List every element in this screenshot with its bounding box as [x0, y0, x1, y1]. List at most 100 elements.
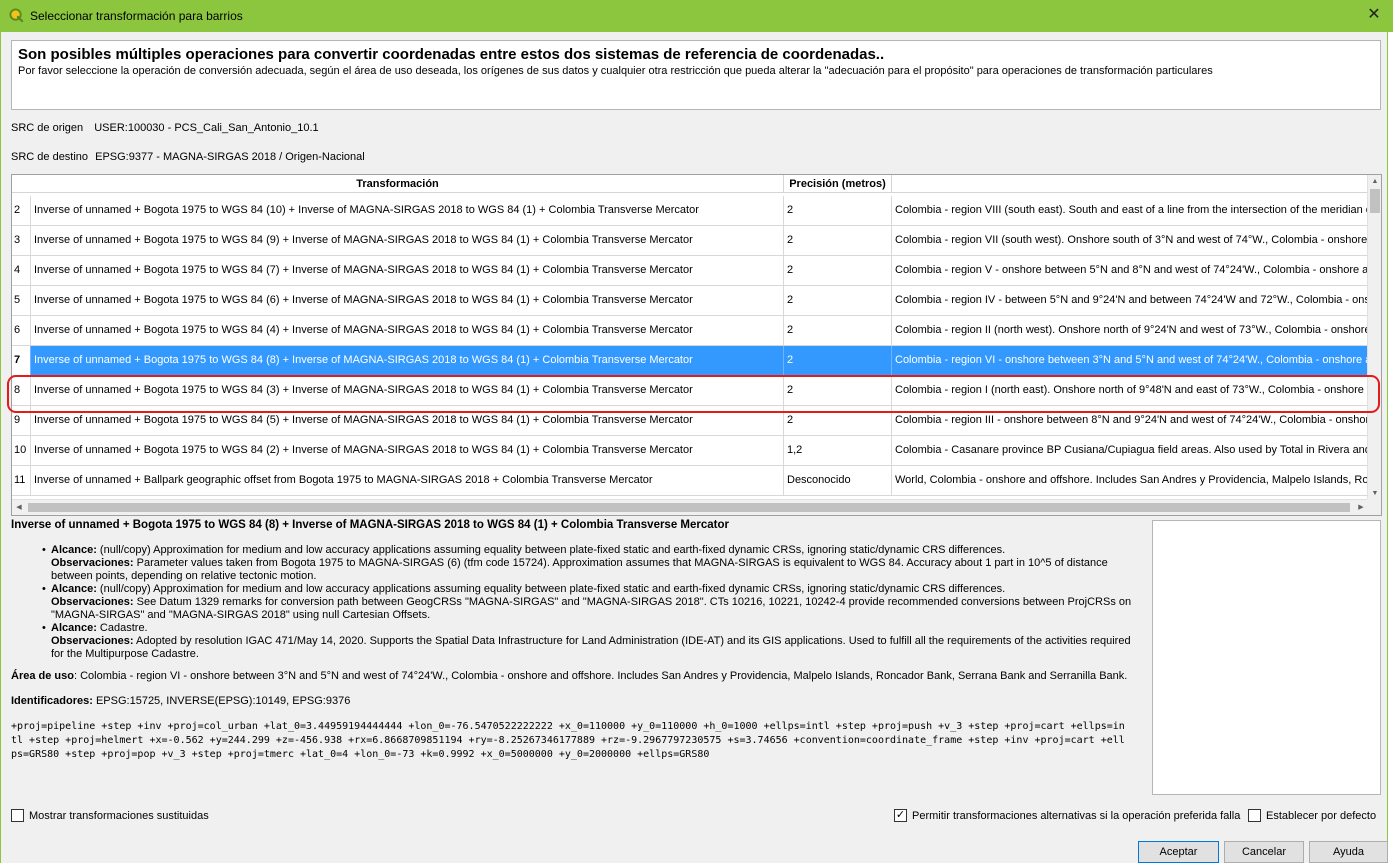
observaciones: Observaciones: Parameter values taken fr… [51, 557, 1146, 583]
row-number[interactable]: 11 [12, 466, 31, 495]
precision-cell[interactable]: 2 [784, 226, 892, 255]
header-area[interactable] [892, 175, 1368, 193]
area-value: : Colombia - region VI - onshore between… [73, 670, 1128, 682]
transform-cell[interactable]: Inverse of unnamed + Bogota 1975 to WGS … [31, 256, 784, 285]
area-cell[interactable]: Colombia - region VI - onshore between 3… [892, 346, 1368, 375]
header-transform[interactable]: Transformación [12, 175, 784, 193]
row-number[interactable]: 10 [12, 436, 31, 465]
observaciones-label: Observaciones: [51, 596, 134, 608]
vertical-scrollbar[interactable]: ▲ ▼ [1367, 175, 1381, 501]
dest-crs-value: EPSG:9377 - MAGNA-SIRGAS 2018 / Origen-N… [95, 151, 365, 163]
scroll-up-icon[interactable]: ▲ [1368, 175, 1381, 189]
transform-cell[interactable]: Inverse of unnamed + Bogota 1975 to WGS … [31, 346, 784, 375]
row-number[interactable]: 5 [12, 286, 31, 315]
transform-cell[interactable]: Inverse of unnamed + Ballpark geographic… [31, 466, 784, 495]
row-number[interactable]: 7 [12, 346, 31, 375]
scroll-right-icon[interactable]: ▶ [1354, 500, 1368, 515]
transform-cell[interactable]: Inverse of unnamed + Bogota 1975 to WGS … [31, 226, 784, 255]
transform-cell[interactable]: Inverse of unnamed + Bogota 1975 to WGS … [31, 196, 784, 225]
row-number[interactable]: 2 [12, 196, 31, 225]
bullet-icon: • [42, 544, 46, 556]
precision-cell[interactable]: 2 [784, 316, 892, 345]
proj-string: +proj=pipeline +step +inv +proj=col_urba… [11, 721, 1125, 760]
observaciones-text: Adopted by resolution IGAC 471/May 14, 2… [51, 635, 1131, 660]
scroll-left-icon[interactable]: ◀ [12, 500, 26, 515]
area-cell[interactable]: World, Colombia - onshore and offshore. … [892, 466, 1368, 495]
table-row[interactable]: 5 Inverse of unnamed + Bogota 1975 to WGS… [12, 286, 1368, 316]
alcance-label: Alcance: [51, 583, 97, 595]
area-cell[interactable]: Colombia - region VII (south west). Onsh… [892, 226, 1368, 255]
details-item: • Alcance: Cadastre. Observaciones: Adop… [42, 622, 1146, 661]
bullet-icon: • [42, 622, 46, 634]
precision-cell[interactable]: 2 [784, 346, 892, 375]
alcance-text: (null/copy) Approximation for medium and… [99, 544, 1006, 556]
identifiers: Identificadores: EPSG:15725, INVERSE(EPS… [11, 695, 1146, 708]
details-list: • Alcance: (null/copy) Approximation for… [42, 544, 1146, 661]
dest-crs-label: SRC de destino [11, 151, 89, 163]
area-cell[interactable]: Colombia - region II (north west). Onsho… [892, 316, 1368, 345]
precision-cell[interactable]: 2 [784, 286, 892, 315]
table-row[interactable]: 11 Inverse of unnamed + Ballpark geograph… [12, 466, 1368, 496]
details-item: • Alcance: (null/copy) Approximation for… [42, 544, 1146, 583]
area-label: Área de uso [11, 670, 74, 682]
area-cell[interactable]: Colombia - region V - onshore between 5°… [892, 256, 1368, 285]
checkmark-icon: ✓ [895, 809, 906, 821]
help-button[interactable]: Ayuda [1309, 841, 1388, 863]
allow-fallback-label: Permitir transformaciones alternativas s… [912, 810, 1241, 822]
allow-fallback-checkbox[interactable]: ✓ [894, 809, 907, 822]
observaciones-text: Parameter values taken from Bogota 1975 … [51, 557, 1108, 582]
area-cell[interactable]: Colombia - Casanare province BP Cusiana/… [892, 436, 1368, 465]
table-row[interactable]: 10 Inverse of unnamed + Bogota 1975 to WG… [12, 436, 1368, 466]
alcance-label: Alcance: [51, 622, 97, 634]
table-row[interactable]: 6 Inverse of unnamed + Bogota 1975 to WGS… [12, 316, 1368, 346]
alcance-text: (null/copy) Approximation for medium and… [99, 583, 1006, 595]
horizontal-scrollbar[interactable]: ◀ ▶ [12, 499, 1368, 515]
info-box: Son posibles múltiples operaciones para … [11, 40, 1381, 110]
close-icon[interactable]: ✕ [1355, 0, 1393, 32]
table-row[interactable]: 4 Inverse of unnamed + Bogota 1975 to WGS… [12, 256, 1368, 286]
bullet-icon: • [42, 583, 46, 595]
window-title: Seleccionar transformación para barrios [30, 9, 243, 23]
table-row[interactable]: 2 Inverse of unnamed + Bogota 1975 to WGS… [12, 196, 1368, 226]
scroll-corner [1367, 499, 1381, 515]
area-cell[interactable]: Colombia - region VIII (south east). Sou… [892, 196, 1368, 225]
observaciones: Observaciones: See Datum 1329 remarks fo… [51, 596, 1146, 622]
precision-cell[interactable]: 2 [784, 256, 892, 285]
ids-label: Identificadores: [11, 695, 93, 707]
cancel-button[interactable]: Cancelar [1224, 841, 1304, 863]
set-default-label: Establecer por defecto [1266, 810, 1377, 822]
table-row[interactable]: 3 Inverse of unnamed + Bogota 1975 to WGS… [12, 226, 1368, 256]
row-number[interactable]: 3 [12, 226, 31, 255]
source-crs-value: USER:100030 - PCS_Cali_San_Antonio_10.1 [94, 122, 319, 134]
details-item: • Alcance: (null/copy) Approximation for… [42, 583, 1146, 622]
transform-cell[interactable]: Inverse of unnamed + Bogota 1975 to WGS … [31, 286, 784, 315]
transformations-table[interactable]: Transformación Precisión (metros) 2 Inver… [11, 174, 1382, 516]
precision-cell[interactable]: 2 [784, 196, 892, 225]
details-title: Inverse of unnamed + Bogota 1975 to WGS … [11, 519, 729, 531]
area-cell[interactable]: Colombia - region IV - between 5°N and 9… [892, 286, 1368, 315]
transform-cell[interactable]: Inverse of unnamed + Bogota 1975 to WGS … [31, 316, 784, 345]
header-precision[interactable]: Precisión (metros) [784, 175, 892, 193]
details-panel: Inverse of unnamed + Bogota 1975 to WGS … [11, 519, 1146, 789]
dest-crs-line: SRC de destino EPSG:9377 - MAGNA-SIRGAS … [11, 151, 365, 163]
row-number[interactable]: 4 [12, 256, 31, 285]
horizontal-scroll-thumb[interactable] [28, 503, 1350, 512]
vertical-scroll-thumb[interactable] [1370, 189, 1380, 213]
qgis-logo-icon [9, 8, 24, 23]
precision-cell[interactable]: 1,2 [784, 436, 892, 465]
source-crs-label: SRC de origen [11, 122, 84, 134]
observaciones-label: Observaciones: [51, 635, 134, 647]
title-bar: Seleccionar transformación para barrios … [0, 0, 1393, 32]
row-number[interactable]: 6 [12, 316, 31, 345]
alcance-text: Cadastre. [99, 622, 148, 634]
table-row[interactable]: 7 Inverse of unnamed + Bogota 1975 to WGS… [12, 346, 1368, 376]
observaciones: Observaciones: Adopted by resolution IGA… [51, 635, 1146, 661]
area-of-use: Área de uso: Colombia - region VI - onsh… [11, 670, 1146, 683]
set-default-checkbox[interactable] [1248, 809, 1261, 822]
precision-cell[interactable]: Desconocido [784, 466, 892, 495]
table-header: Transformación Precisión (metros) [12, 175, 1368, 193]
show-superseded-checkbox[interactable] [11, 809, 24, 822]
transform-cell[interactable]: Inverse of unnamed + Bogota 1975 to WGS … [31, 436, 784, 465]
accept-button[interactable]: Aceptar [1138, 841, 1219, 863]
alcance-label: Alcance: [51, 544, 97, 556]
